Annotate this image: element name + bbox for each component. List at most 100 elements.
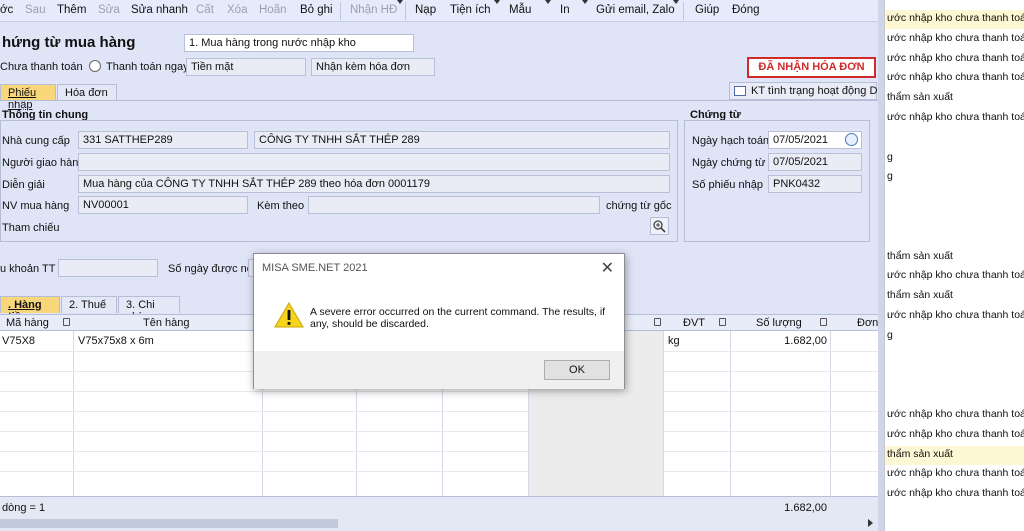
- list-item[interactable]: ước nhập kho chưa thanh toán: [885, 50, 1024, 69]
- paid-now-radio-label[interactable]: Thanh toán ngay: [106, 61, 189, 73]
- list-item[interactable]: ước nhập kho chưa thanh toán: [885, 30, 1024, 49]
- list-item[interactable]: ước nhập kho chưa thanh toán: [885, 267, 1024, 286]
- purchase-type-select[interactable]: 1. Mua hàng trong nước nhập kho: [184, 34, 414, 52]
- chevron-down-icon[interactable]: [545, 0, 551, 4]
- tab-hoa-don-label: Hóa đơn: [65, 87, 108, 99]
- tab-items[interactable]: . Hàng tiền: [0, 296, 60, 323]
- list-item[interactable]: ước nhập kho chưa thanh toán: [885, 465, 1024, 484]
- list-item[interactable]: [885, 208, 1024, 227]
- chevron-down-icon[interactable]: [494, 0, 500, 4]
- list-item[interactable]: [885, 129, 1024, 148]
- toolbar-load[interactable]: Nạp: [415, 4, 436, 16]
- horizontal-scrollbar[interactable]: [0, 516, 884, 531]
- toolbar-edit[interactable]: Sửa: [98, 4, 120, 16]
- close-icon[interactable]: ✕: [601, 258, 614, 278]
- list-item[interactable]: [885, 188, 1024, 207]
- toolbar-postpone[interactable]: Hoãn: [259, 4, 287, 16]
- list-item[interactable]: [885, 366, 1024, 385]
- divider: [0, 100, 884, 101]
- list-item[interactable]: ước nhập kho chưa thanh toán: [885, 307, 1024, 326]
- invoice-mode-select[interactable]: Nhận kèm hóa đơn: [311, 58, 435, 76]
- toolbar-quick-edit[interactable]: Sửa nhanh: [131, 4, 188, 16]
- list-item[interactable]: ước nhập kho chưa thanh toán: [885, 406, 1024, 425]
- deliverer-label: Người giao hàng: [2, 157, 85, 169]
- list-item[interactable]: g: [885, 327, 1024, 346]
- toolbar-receive-invoice[interactable]: Nhận HĐ: [350, 4, 397, 16]
- toolbar-print[interactable]: In: [560, 4, 570, 16]
- col-item-code[interactable]: Mã hàng: [6, 317, 49, 329]
- list-item[interactable]: [885, 228, 1024, 247]
- reference-search-button[interactable]: [650, 217, 669, 235]
- payment-method-select[interactable]: Tiền mặt: [186, 58, 306, 76]
- voucher-date-field[interactable]: 07/05/2021: [768, 153, 862, 171]
- paid-now-radio[interactable]: [89, 60, 101, 72]
- toolbar-template[interactable]: Mẫu: [509, 4, 531, 16]
- chevron-down-icon[interactable]: [397, 0, 403, 4]
- toolbar-help[interactable]: Giúp: [695, 4, 719, 16]
- pin-icon[interactable]: [63, 318, 70, 326]
- toolbar-add[interactable]: Thêm: [57, 4, 86, 16]
- pin-icon[interactable]: [654, 318, 661, 326]
- scroll-thumb[interactable]: [0, 519, 338, 528]
- list-item[interactable]: ước nhập kho chưa thanh toán: [885, 10, 1024, 29]
- chevron-down-icon[interactable]: [673, 0, 679, 4]
- list-item[interactable]: ước nhập kho chưa thanh toán: [885, 485, 1024, 504]
- toolbar-next[interactable]: Sau: [25, 4, 45, 16]
- attached-field[interactable]: [308, 196, 600, 214]
- staff-label: NV mua hàng: [2, 200, 70, 212]
- description-field[interactable]: Mua hàng của CÔNG TY TNHH SẮT THÉP 289 t…: [78, 175, 670, 193]
- toolbar: ớc Sau Thêm Sửa Sửa nhanh Cất Xóa Hoãn B…: [0, 0, 884, 22]
- row-quantity[interactable]: 1.682,00: [735, 335, 827, 347]
- chevron-down-icon[interactable]: [582, 0, 588, 4]
- supplier-name-field[interactable]: CÔNG TY TNHH SẮT THÉP 289: [254, 131, 670, 149]
- tab-cost[interactable]: 3. Chi phí: [118, 296, 180, 323]
- col-unit-price[interactable]: Đơn: [857, 317, 878, 329]
- background-list: ước nhập kho chưa thanh toán ước nhập kho…: [884, 0, 1024, 531]
- calendar-icon[interactable]: [845, 133, 858, 146]
- col-item-name[interactable]: Tên hàng: [143, 317, 189, 329]
- pin-icon[interactable]: [820, 318, 827, 326]
- list-item[interactable]: thẩm sản xuất: [885, 89, 1024, 108]
- list-item[interactable]: thẩm sản xuất: [885, 248, 1024, 267]
- payment-terms-field[interactable]: [58, 259, 158, 277]
- kt-status-button[interactable]: KT tình trạng hoạt động DN: [729, 82, 884, 100]
- col-quantity[interactable]: Số lượng: [756, 317, 802, 329]
- ok-button[interactable]: OK: [544, 360, 610, 380]
- scroll-right-icon[interactable]: [868, 519, 873, 527]
- list-item[interactable]: ước nhập kho chưa thanh toán: [885, 109, 1024, 128]
- tab-tax[interactable]: 2. Thuế: [61, 296, 117, 313]
- grid-row-line: [0, 451, 878, 452]
- toolbar-unpost[interactable]: Bỏ ghi: [300, 4, 333, 16]
- toolbar-close[interactable]: Đóng: [732, 4, 760, 16]
- toolbar-delete[interactable]: Xóa: [227, 4, 247, 16]
- list-item[interactable]: ước nhập kho chưa thanh toán: [885, 69, 1024, 88]
- list-item[interactable]: ước nhập kho chưa thanh toán: [885, 426, 1024, 445]
- row-item-code[interactable]: V75X8: [2, 335, 35, 347]
- list-item[interactable]: thẩm sản xuất: [885, 287, 1024, 306]
- list-item[interactable]: [885, 347, 1024, 366]
- row-item-name[interactable]: V75x75x8 x 6m: [78, 335, 154, 347]
- unpaid-radio-label[interactable]: Chưa thanh toán: [0, 61, 83, 73]
- tab-phieu-nhap-label: Phiếu nhập: [8, 87, 37, 111]
- tab-hoa-don[interactable]: Hóa đơn: [57, 84, 117, 101]
- toolbar-prev[interactable]: ớc: [0, 4, 13, 16]
- list-item[interactable]: thẩm sản xuất: [885, 445, 1024, 465]
- voucher-no-field[interactable]: PNK0432: [768, 175, 862, 193]
- dialog-title: MISA SME.NET 2021: [262, 262, 368, 274]
- supplier-code-field[interactable]: 331 SATTHEP289: [78, 131, 248, 149]
- grid-row-line: [0, 391, 878, 392]
- col-unit[interactable]: ĐVT: [683, 317, 705, 329]
- list-item[interactable]: [885, 505, 1024, 524]
- list-item[interactable]: g: [885, 149, 1024, 168]
- toolbar-utilities[interactable]: Tiện ích: [450, 4, 490, 16]
- tab-phieu-nhap[interactable]: Phiếu nhập: [0, 84, 56, 111]
- deliverer-field[interactable]: [78, 153, 670, 171]
- list-item[interactable]: [885, 525, 1024, 531]
- toolbar-send-email[interactable]: Gửi email, Zalo: [596, 4, 675, 16]
- list-item[interactable]: [885, 386, 1024, 405]
- row-unit[interactable]: kg: [668, 335, 680, 347]
- pin-icon[interactable]: [719, 318, 726, 326]
- staff-field[interactable]: NV00001: [78, 196, 248, 214]
- toolbar-save[interactable]: Cất: [196, 4, 214, 16]
- list-item[interactable]: g: [885, 168, 1024, 187]
